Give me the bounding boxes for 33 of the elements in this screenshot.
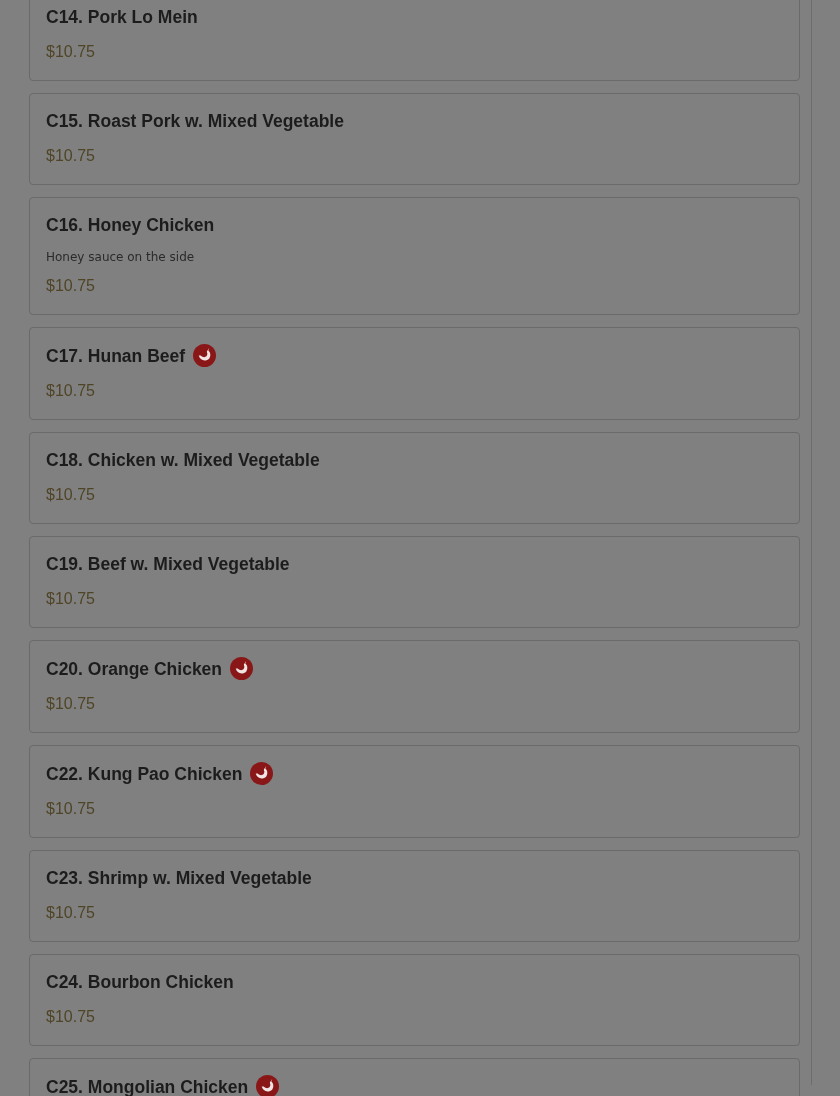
menu-item-card[interactable]: C23. Shrimp w. Mixed Vegetable $10.75	[29, 850, 800, 942]
item-price: $10.75	[46, 589, 96, 609]
item-price: $10.75	[46, 1007, 96, 1027]
item-price: $10.75	[46, 146, 96, 166]
item-name: C15. Roast Pork w. Mixed Vegetable	[46, 110, 344, 132]
item-name: C14. Pork Lo Mein	[46, 6, 198, 28]
item-price: $10.75	[46, 42, 96, 62]
item-name: C17. Hunan Beef	[46, 344, 186, 367]
item-name: C20. Orange Chicken	[46, 657, 223, 680]
item-price: $10.75	[46, 276, 96, 296]
item-description: Honey sauce on the side	[46, 249, 196, 266]
menu-item-card[interactable]: C20. Orange Chicken $10.75	[29, 640, 800, 733]
menu-item-card[interactable]: C14. Pork Lo Mein $10.75	[29, 0, 800, 81]
item-price: $10.75	[46, 799, 96, 819]
menu-item-card[interactable]: C18. Chicken w. Mixed Vegetable $10.75	[29, 432, 800, 524]
menu-item-card[interactable]: C17. Hunan Beef $10.75	[29, 327, 800, 420]
menu-item-card[interactable]: C22. Kung Pao Chicken $10.75	[29, 745, 800, 838]
menu-item-card[interactable]: C25. Mongolian Chicken	[29, 1058, 800, 1096]
menu-item-card[interactable]: C15. Roast Pork w. Mixed Vegetable $10.75	[29, 93, 800, 185]
item-name: C24. Bourbon Chicken	[46, 971, 234, 993]
item-name: C22. Kung Pao Chicken	[46, 762, 243, 785]
item-name: C18. Chicken w. Mixed Vegetable	[46, 449, 320, 471]
menu-item-card[interactable]: C16. Honey Chicken Honey sauce on the side $10.75	[29, 197, 800, 315]
item-name: C16. Honey Chicken	[46, 214, 215, 236]
item-price: $10.75	[46, 694, 96, 714]
item-name: C23. Shrimp w. Mixed Vegetable	[46, 867, 312, 889]
item-name: C19. Beef w. Mixed Vegetable	[46, 553, 290, 575]
item-name: C25. Mongolian Chicken	[46, 1075, 249, 1096]
item-price: $10.75	[46, 903, 96, 923]
item-price: $10.75	[46, 381, 96, 401]
menu-item-card[interactable]: C24. Bourbon Chicken $10.75	[29, 954, 800, 1046]
item-price: $10.75	[46, 485, 96, 505]
menu-item-card[interactable]: C19. Beef w. Mixed Vegetable $10.75	[29, 536, 800, 628]
